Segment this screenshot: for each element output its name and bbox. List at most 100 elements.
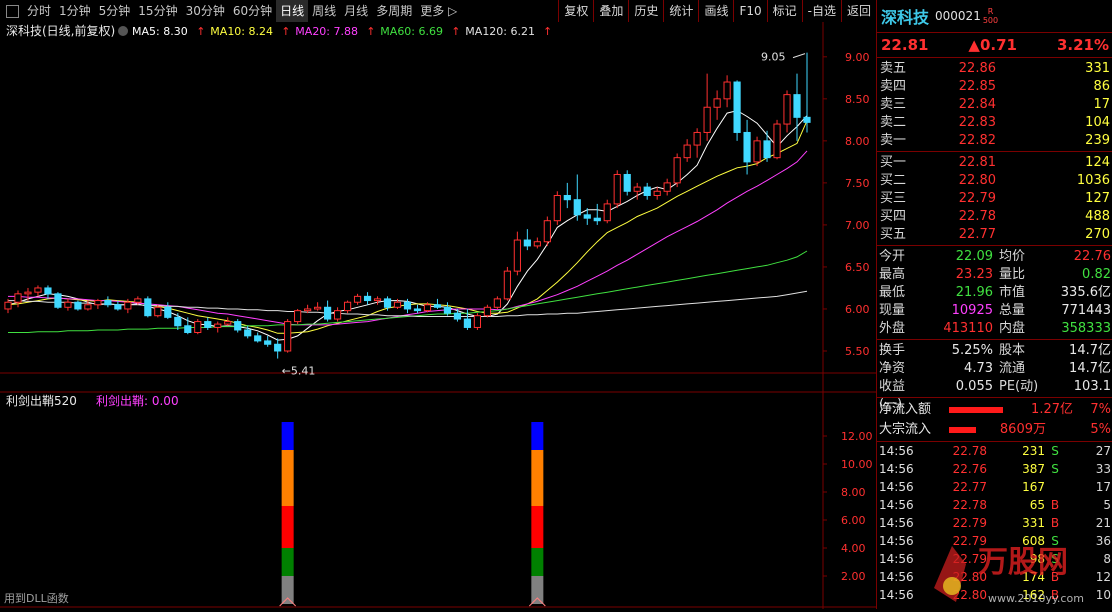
toolbar-button[interactable]: 统计 bbox=[663, 0, 698, 22]
order-book-row[interactable]: 买四 22.78 488 bbox=[877, 208, 1112, 226]
candle-body[interactable] bbox=[473, 315, 482, 328]
kline-chart-svg[interactable]: 9.00 8.50 8.00 7.50 7.00 6.50 6.00 5.50 ←5.41 9.0… bbox=[0, 22, 876, 609]
candle-body[interactable] bbox=[563, 194, 571, 201]
toolbar-button[interactable]: 叠加 bbox=[593, 0, 628, 22]
candle-body[interactable] bbox=[194, 321, 202, 333]
tick-row[interactable]: 14:56 22.77 167 17 bbox=[877, 478, 1112, 496]
tick-row[interactable]: 14:56 22.76 387 S 33 bbox=[877, 460, 1112, 478]
candle-body[interactable] bbox=[793, 94, 801, 118]
candle-body[interactable] bbox=[683, 144, 691, 159]
candle-body[interactable] bbox=[633, 186, 641, 192]
order-book-row[interactable]: 卖三 22.84 17 bbox=[877, 96, 1112, 114]
candle-body[interactable] bbox=[333, 310, 342, 320]
candle-body[interactable] bbox=[353, 295, 362, 303]
candle-body[interactable] bbox=[593, 217, 601, 222]
period-tab[interactable]: 分时 bbox=[23, 0, 55, 22]
signal-bar-segment[interactable] bbox=[531, 422, 544, 450]
period-tab[interactable]: 15分钟 bbox=[134, 0, 181, 22]
candle-body[interactable] bbox=[363, 295, 372, 302]
candle-body[interactable] bbox=[713, 98, 721, 108]
candle-body[interactable] bbox=[423, 304, 432, 312]
signal-bar-segment[interactable] bbox=[281, 576, 294, 604]
toolbar-button[interactable]: F10 bbox=[733, 0, 766, 22]
candle-body[interactable] bbox=[613, 173, 621, 205]
candle-body[interactable] bbox=[224, 321, 232, 325]
order-book-row[interactable]: 买一 22.81 124 bbox=[877, 154, 1112, 172]
candle-body[interactable] bbox=[74, 301, 82, 310]
toolbar-button[interactable]: 画线 bbox=[698, 0, 733, 22]
candle-body[interactable] bbox=[144, 298, 152, 317]
candle-body[interactable] bbox=[284, 321, 292, 352]
candle-body[interactable] bbox=[373, 298, 382, 302]
candle-body[interactable] bbox=[124, 301, 132, 310]
toolbar-button[interactable]: -自选 bbox=[801, 0, 841, 22]
tick-row[interactable]: 14:56 22.79 331 B 21 bbox=[877, 514, 1112, 532]
signal-bar-segment[interactable] bbox=[281, 450, 294, 506]
window-toggle-icon[interactable] bbox=[6, 4, 19, 18]
toolbar-button[interactable]: 复权 bbox=[558, 0, 593, 22]
candle-body[interactable] bbox=[164, 306, 172, 318]
candle-body[interactable] bbox=[4, 301, 12, 310]
signal-bar-segment[interactable] bbox=[531, 506, 544, 548]
candle-body[interactable] bbox=[693, 131, 701, 146]
candle-body[interactable] bbox=[94, 300, 102, 306]
candle-body[interactable] bbox=[733, 81, 741, 133]
candle-body[interactable] bbox=[743, 131, 751, 163]
candle-body[interactable] bbox=[314, 306, 322, 310]
candle-body[interactable] bbox=[493, 298, 501, 308]
chart-area[interactable]: 9.00 8.50 8.00 7.50 7.00 6.50 6.00 5.50 ←5.41 9.0… bbox=[0, 22, 876, 609]
candle-body[interactable] bbox=[603, 203, 611, 222]
candle-body[interactable] bbox=[673, 157, 681, 184]
candle-body[interactable] bbox=[543, 220, 551, 243]
order-book-row[interactable]: 卖一 22.82 239 bbox=[877, 132, 1112, 150]
order-book-row[interactable]: 卖二 22.83 104 bbox=[877, 114, 1112, 132]
candle-body[interactable] bbox=[64, 301, 72, 308]
candle-body[interactable] bbox=[34, 287, 42, 293]
candle-body[interactable] bbox=[753, 140, 761, 163]
candle-body[interactable] bbox=[234, 321, 242, 331]
candle-body[interactable] bbox=[24, 291, 32, 295]
tick-row[interactable]: 14:56 22.80 174 B 12 bbox=[877, 568, 1112, 586]
candle-body[interactable] bbox=[14, 293, 22, 303]
candle-body[interactable] bbox=[154, 306, 162, 317]
candle-body[interactable] bbox=[174, 316, 182, 327]
candle-body[interactable] bbox=[583, 214, 591, 219]
candle-body[interactable] bbox=[533, 241, 541, 247]
candle-body[interactable] bbox=[54, 293, 62, 308]
candle-body[interactable] bbox=[84, 304, 92, 310]
tick-list[interactable]: 14:56 22.78 231 S 27 14:56 22.76 387 S 33 14:56 22.… bbox=[877, 442, 1112, 604]
candle-body[interactable] bbox=[783, 94, 791, 125]
tick-row[interactable]: 14:56 22.80 162 B 10 bbox=[877, 586, 1112, 604]
toolbar-button[interactable]: 标记 bbox=[766, 0, 802, 22]
candle-body[interactable] bbox=[773, 123, 781, 159]
candle-body[interactable] bbox=[104, 300, 112, 306]
candle-body[interactable] bbox=[503, 270, 511, 300]
candle-body[interactable] bbox=[703, 106, 711, 133]
toolbar-button[interactable]: 返回 bbox=[840, 0, 876, 22]
candle-body[interactable] bbox=[573, 199, 581, 216]
order-book-row[interactable]: 卖四 22.85 86 bbox=[877, 78, 1112, 96]
candle-body[interactable] bbox=[643, 186, 651, 196]
tick-row[interactable]: 14:56 22.78 231 S 27 bbox=[877, 442, 1112, 460]
candle-body[interactable] bbox=[443, 306, 452, 314]
candle-body[interactable] bbox=[264, 340, 272, 345]
period-tab[interactable]: 1分钟 bbox=[55, 0, 95, 22]
signal-bar-segment[interactable] bbox=[531, 450, 544, 506]
candle-body[interactable] bbox=[343, 301, 352, 312]
order-book-row[interactable]: 卖五 22.86 331 bbox=[877, 60, 1112, 78]
candle-body[interactable] bbox=[663, 182, 671, 192]
candle-body[interactable] bbox=[523, 239, 531, 247]
order-book-row[interactable]: 买五 22.77 270 bbox=[877, 226, 1112, 244]
period-tab[interactable]: 更多 ▷ bbox=[416, 0, 461, 22]
candle-body[interactable] bbox=[763, 140, 771, 159]
signal-bar-segment[interactable] bbox=[281, 422, 294, 450]
candle-body[interactable] bbox=[433, 304, 442, 308]
candle-body[interactable] bbox=[413, 308, 422, 312]
signal-bar-segment[interactable] bbox=[281, 506, 294, 548]
candle-body[interactable] bbox=[184, 325, 192, 333]
settings-dot-icon[interactable] bbox=[118, 26, 128, 36]
candle-body[interactable] bbox=[274, 343, 282, 352]
toolbar-button[interactable]: 历史 bbox=[628, 0, 663, 22]
period-tab[interactable]: 30分钟 bbox=[182, 0, 229, 22]
period-tab[interactable]: 60分钟 bbox=[229, 0, 276, 22]
